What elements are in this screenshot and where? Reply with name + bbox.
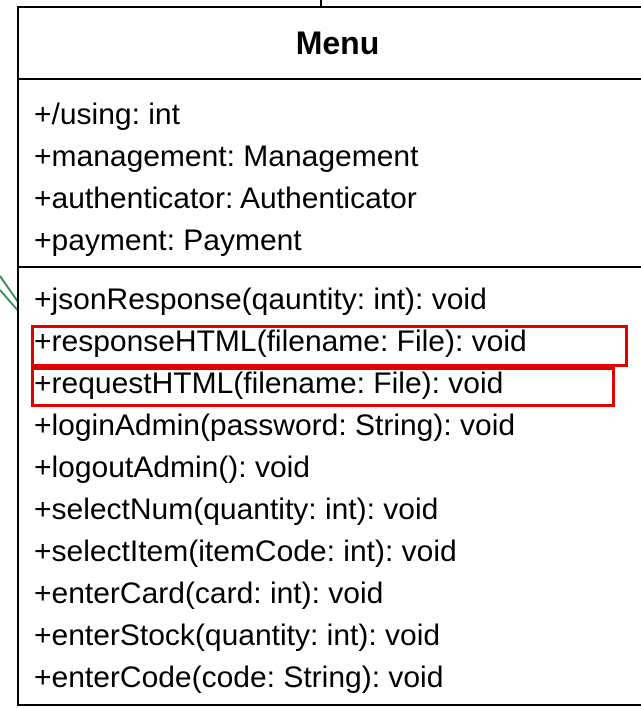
method-select-num: +selectNum(quantity: int): void [34, 493, 439, 526]
diagram-canvas: Menu +/using: int +management: Managemen… [0, 0, 641, 708]
attribute-management: +management: Management [34, 140, 419, 173]
attribute-using: +/using: int [34, 98, 180, 131]
attribute-payment: +payment: Payment [34, 224, 302, 257]
method-login-admin: +loginAdmin(password: String): void [34, 409, 516, 442]
method-enter-card: +enterCard(card: int): void [34, 577, 384, 610]
class-name: Menu [19, 8, 641, 80]
method-select-item: +selectItem(itemCode: int): void [34, 535, 457, 568]
method-json-response: +jsonResponse(qauntity: int): void [34, 283, 487, 316]
highlight-request-html [31, 367, 615, 407]
methods-compartment: +jsonResponse(qauntity: int): void +resp… [19, 268, 641, 704]
highlight-response-html [31, 325, 628, 367]
method-enter-stock: +enterStock(quantity: int): void [34, 619, 441, 652]
method-logout-admin: +logoutAdmin(): void [34, 451, 310, 484]
attribute-authenticator: +authenticator: Authenticator [34, 182, 417, 215]
uml-class-menu[interactable]: Menu +/using: int +management: Managemen… [17, 6, 641, 706]
attributes-compartment: +/using: int +management: Management +au… [19, 80, 641, 268]
method-enter-code: +enterCode(code: String): void [34, 661, 444, 694]
